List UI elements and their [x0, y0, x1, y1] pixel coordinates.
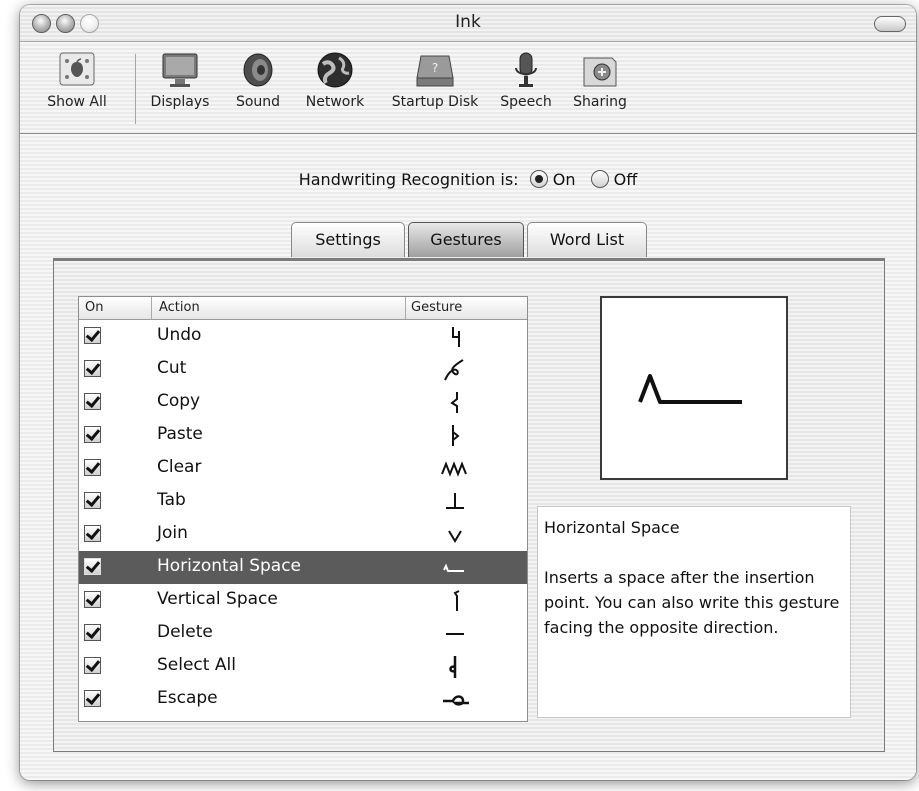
sound-icon: [243, 53, 273, 87]
show-all-icon: [59, 52, 95, 86]
action-name: Cut: [157, 358, 187, 378]
toolbar-label: Displays: [150, 94, 210, 110]
gesture-preview: [600, 296, 788, 480]
horizontal-space-gesture-icon: [443, 563, 464, 572]
horizontal-space-gesture-preview-icon: [638, 374, 742, 404]
clear-gesture-icon: [441, 461, 467, 477]
toolbar-label: Speech: [500, 94, 552, 110]
enabled-checkbox[interactable]: [84, 426, 101, 443]
displays-icon: [162, 53, 198, 87]
toolbar-label: Startup Disk: [391, 94, 479, 110]
gestures-table[interactable]: On Action Gesture Undo Cut Copy Paste Cl…: [78, 296, 528, 722]
toolbar: Show All Displays Sound Network ? Startu…: [20, 42, 916, 134]
recognition-off-label[interactable]: Off: [614, 170, 638, 189]
join-gesture-icon: [448, 530, 462, 543]
toolbar-sharing[interactable]: Sharing: [564, 50, 636, 110]
select-all-gesture-icon: [449, 656, 457, 678]
tab-word-list[interactable]: Word List: [527, 222, 647, 257]
tab-settings[interactable]: Settings: [291, 222, 405, 257]
enabled-checkbox[interactable]: [84, 690, 101, 707]
toolbar-label: Network: [305, 94, 365, 110]
table-row[interactable]: Escape: [79, 683, 527, 716]
paste-gesture-icon: [452, 425, 460, 446]
enabled-checkbox[interactable]: [84, 525, 101, 542]
tab-gesture-icon: [446, 493, 464, 509]
svg-text:?: ?: [432, 61, 438, 75]
enabled-checkbox[interactable]: [84, 360, 101, 377]
action-name: Clear: [157, 457, 202, 477]
handwriting-recognition-row: Handwriting Recognition is: On Off: [20, 170, 916, 189]
gestures-panel: On Action Gesture Undo Cut Copy Paste Cl…: [53, 258, 885, 752]
column-separator: [151, 297, 152, 319]
window-title: Ink: [455, 12, 481, 32]
toolbar-label: Sound: [235, 94, 281, 110]
enabled-checkbox[interactable]: [84, 657, 101, 674]
tab-gestures[interactable]: Gestures: [408, 222, 524, 257]
action-name: Escape: [157, 688, 218, 708]
table-row[interactable]: Clear: [79, 452, 527, 485]
description-title: Horizontal Space: [544, 518, 680, 537]
table-row[interactable]: Paste: [79, 419, 527, 452]
toolbar-toggle-button[interactable]: [874, 16, 906, 32]
recognition-on-radio[interactable]: [529, 170, 548, 188]
column-header-gesture[interactable]: Gesture: [411, 300, 462, 315]
toolbar-show-all[interactable]: Show All: [22, 50, 132, 110]
table-row[interactable]: Vertical Space: [79, 584, 527, 617]
action-name: Tab: [157, 490, 186, 510]
action-name: Horizontal Space: [157, 556, 302, 576]
toolbar-label: Show All: [47, 94, 107, 110]
delete-gesture-icon: [446, 633, 464, 635]
toolbar-displays[interactable]: Displays: [142, 50, 218, 110]
column-header-on[interactable]: On: [85, 300, 103, 315]
enabled-checkbox[interactable]: [84, 393, 101, 410]
toolbar-network[interactable]: Network: [296, 50, 374, 110]
action-name: Undo: [157, 325, 202, 345]
action-name: Delete: [157, 622, 213, 642]
gesture-description: Horizontal Space Inserts a space after t…: [537, 506, 851, 718]
table-row[interactable]: Select All: [79, 650, 527, 683]
handwriting-recognition-label: Handwriting Recognition is:: [298, 170, 519, 189]
table-row[interactable]: Join: [79, 518, 527, 551]
enabled-checkbox[interactable]: [84, 591, 101, 608]
cut-gesture-icon: [444, 359, 464, 381]
action-name: Vertical Space: [157, 589, 278, 609]
toolbar-divider: [135, 54, 136, 124]
enabled-checkbox[interactable]: [84, 327, 101, 344]
enabled-checkbox[interactable]: [84, 624, 101, 641]
table-row[interactable]: Cut: [79, 353, 527, 386]
recognition-off-radio[interactable]: [590, 170, 609, 188]
table-row-selected[interactable]: Horizontal Space: [79, 551, 527, 584]
speech-icon: [515, 52, 537, 87]
pane-content: Handwriting Recognition is: On Off Setti…: [20, 134, 916, 780]
action-name: Copy: [157, 391, 201, 411]
table-row[interactable]: Copy: [79, 386, 527, 419]
description-body: Inserts a space after the insertion poin…: [544, 568, 840, 637]
column-header-action[interactable]: Action: [159, 300, 200, 315]
escape-gesture-icon: [443, 695, 469, 706]
recognition-on-label[interactable]: On: [553, 170, 576, 189]
action-name: Join: [157, 523, 188, 543]
table-row[interactable]: Undo: [79, 320, 527, 353]
copy-gesture-icon: [450, 392, 458, 413]
vertical-space-gesture-icon: [453, 590, 460, 611]
network-icon: [317, 52, 353, 88]
toolbar-startup-disk[interactable]: ? Startup Disk: [380, 50, 490, 110]
table-row[interactable]: Tab: [79, 485, 527, 518]
startup-disk-icon: ?: [416, 55, 454, 87]
action-name: Paste: [157, 424, 203, 444]
column-separator: [405, 297, 406, 319]
preferences-window: Ink Show All Displays Sound Network ? St…: [20, 5, 916, 780]
toolbar-label: Sharing: [573, 94, 627, 110]
undo-gesture-icon: [452, 327, 460, 347]
sharing-icon: [583, 57, 617, 87]
toolbar-sound[interactable]: Sound: [225, 50, 291, 110]
enabled-checkbox[interactable]: [84, 459, 101, 476]
enabled-checkbox[interactable]: [84, 492, 101, 509]
title-bar[interactable]: Ink: [20, 5, 916, 42]
enabled-checkbox[interactable]: [84, 558, 101, 575]
toolbar-speech[interactable]: Speech: [494, 50, 558, 110]
action-name: Select All: [157, 655, 236, 675]
table-header: On Action Gesture: [79, 297, 527, 320]
table-row[interactable]: Delete: [79, 617, 527, 650]
